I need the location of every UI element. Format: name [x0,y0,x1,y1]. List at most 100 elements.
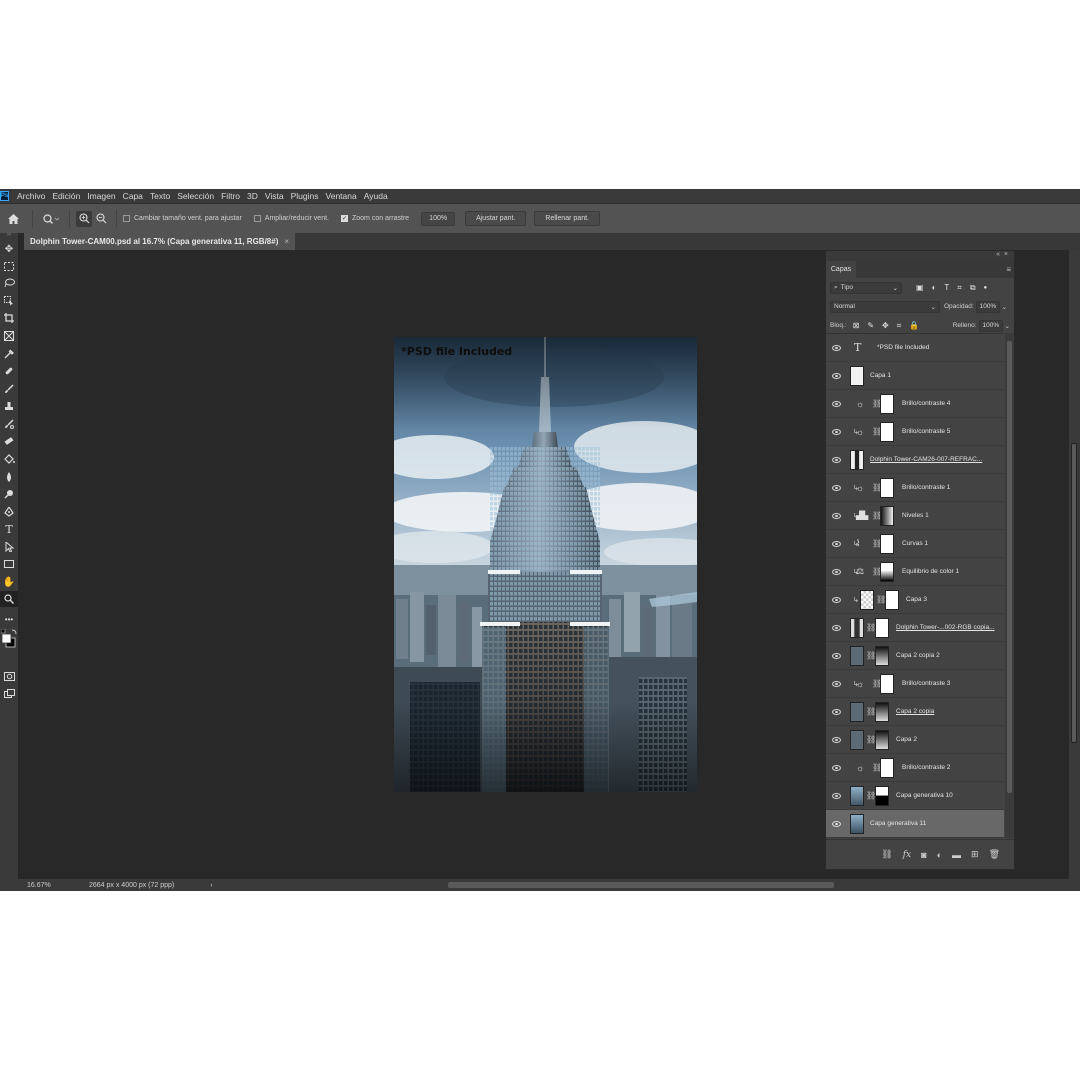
layer-thumbnail[interactable] [850,813,864,834]
collapse-panels-icon[interactable]: « × [826,251,1014,261]
type-filter-icon[interactable]: T [944,283,949,292]
layer-row[interactable]: ↳ ☼ ⛓ Brillo/contraste 3 [826,670,1004,698]
chevron-down-icon[interactable]: ⌄ [1005,322,1010,330]
layer-row[interactable]: ↳ ⚖ ⛓ Equilibrio de color 1 [826,558,1004,586]
layer-row[interactable]: Capa generativa 11 [826,810,1004,838]
visibility-eye-icon[interactable] [832,428,841,435]
layer-thumbnail[interactable] [860,589,874,610]
layer-row[interactable]: Dolphin Tower-CAM26-007-REFRAC... [826,446,1004,474]
checkbox-box[interactable] [253,215,261,222]
layer-mask-thumbnail[interactable] [880,505,894,526]
resize-windows-checkbox[interactable]: Cambiar tamaño vent. para ajustar [123,215,242,222]
visibility-eye-icon[interactable] [832,820,841,827]
adjustment-layer-icon[interactable]: ◐ [937,850,942,860]
layer-row[interactable]: ⛓ Capa generativa 10 [826,782,1004,810]
layer-mask-thumbnail[interactable] [880,421,894,442]
hand-tool-icon[interactable]: ✋ [0,574,18,590]
visibility-eye-icon[interactable] [832,540,841,547]
eyedropper-tool-icon[interactable] [0,346,18,362]
visibility-eye-icon[interactable] [832,568,841,575]
menu-selecci-n[interactable]: Selección [177,191,214,201]
visibility-eye-icon[interactable] [832,680,841,687]
layer-row[interactable]: ☼ ⛓ Brillo/contraste 4 [826,390,1004,418]
fill-field[interactable]: 100% [978,319,1003,332]
zoom-percent-field[interactable]: 100% [421,211,456,226]
layer-row[interactable]: ↳ ☼ ⛓ Brillo/contraste 5 [826,418,1004,446]
object-selection-tool-icon[interactable] [0,293,18,309]
checkbox-box[interactable] [123,215,130,222]
lock-position-icon[interactable]: ✥ [882,321,889,330]
layer-thumbnail[interactable] [850,729,864,750]
zoom-tool-preset-icon[interactable] [39,213,63,224]
layer-mask-thumbnail[interactable] [875,617,889,638]
type-tool-icon[interactable]: T [0,521,18,537]
zoom-all-windows-checkbox[interactable]: Ampliar/reducir vent. [253,215,329,222]
lock-pixels-icon[interactable]: ✎ [867,321,874,330]
layer-row[interactable]: ↳ ▟▙ ⛓ Niveles 1 [826,502,1004,530]
history-brush-tool-icon[interactable] [0,416,18,432]
menu-imagen[interactable]: Imagen [87,191,115,201]
zoom-in-icon[interactable] [76,210,92,227]
rectangle-tool-icon[interactable] [0,556,18,572]
layer-mask-thumbnail[interactable] [875,701,889,722]
menu-ventana[interactable]: Ventana [326,191,357,201]
layer-thumbnail[interactable] [850,617,864,638]
panel-menu-icon[interactable]: ≡ [1006,265,1011,274]
pixel-filter-icon[interactable]: ▣ [916,283,924,292]
frame-tool-icon[interactable] [0,328,18,344]
delete-layer-icon[interactable]: 🗑 [989,849,1000,860]
layers-scrollbar[interactable] [1005,333,1014,838]
layer-row[interactable]: ⛓ Capa 2 [826,726,1004,754]
visibility-eye-icon[interactable] [832,596,841,603]
layer-style-icon[interactable]: fx [903,850,911,860]
status-menu-arrow-icon[interactable]: › [210,882,212,889]
paint-bucket-tool-icon[interactable] [0,451,18,467]
zoom-level[interactable]: 16.67% [27,882,57,889]
layer-mask-thumbnail[interactable] [880,393,894,414]
menu-capa[interactable]: Capa [123,191,143,201]
link-layers-icon[interactable]: ⛓ [881,849,892,860]
lasso-tool-icon[interactable] [0,275,18,291]
new-layer-icon[interactable]: ⊞ [971,849,979,860]
brush-tool-icon[interactable] [0,381,18,397]
layer-mask-thumbnail[interactable] [880,561,894,582]
visibility-eye-icon[interactable] [832,372,841,379]
blur-tool-icon[interactable] [0,469,18,485]
visibility-eye-icon[interactable] [832,652,841,659]
new-group-icon[interactable]: ▬ [952,850,961,860]
lock-all-icon[interactable]: 🔒 [909,321,919,330]
layer-mask-thumbnail[interactable] [880,533,894,554]
layer-row[interactable]: ↳ ⌇ ⛓ Curvas 1 [826,530,1004,558]
layer-thumbnail[interactable] [850,701,864,722]
close-tab-icon[interactable]: × [284,237,289,246]
fit-screen-button[interactable]: Ajustar pant. [465,211,527,226]
add-mask-icon[interactable]: ◙ [921,850,926,860]
checkbox-checked[interactable]: ✓ [340,215,348,222]
layer-row[interactable]: ☼ ⛓ Brillo/contraste 2 [826,754,1004,782]
menu-plugins[interactable]: Plugins [291,191,319,201]
pen-tool-icon[interactable] [0,504,18,520]
layer-mask-thumbnail[interactable] [885,589,899,610]
layer-row[interactable]: Capa 1 [826,362,1004,390]
layer-row[interactable]: T *PSD file Included [826,334,1004,362]
visibility-eye-icon[interactable] [832,400,841,407]
layer-mask-thumbnail[interactable] [875,729,889,750]
move-tool-icon[interactable]: ✥ [0,241,18,257]
visibility-eye-icon[interactable] [832,456,841,463]
canvas-vertical-scrollbar[interactable] [1069,250,1080,879]
layer-thumbnail[interactable] [850,365,864,386]
visibility-eye-icon[interactable] [832,764,841,771]
lock-transparency-icon[interactable]: ⊠ [853,321,860,330]
document-canvas[interactable]: *PSD file Included [394,337,697,792]
visibility-eye-icon[interactable] [832,736,841,743]
shape-filter-icon[interactable]: ⌗ [957,283,962,293]
layers-tab[interactable]: Capas [826,261,856,278]
layer-mask-thumbnail[interactable] [880,757,894,778]
canvas-horizontal-scrollbar[interactable] [448,882,834,888]
opacity-field[interactable]: 100% [975,300,1000,313]
scrubby-zoom-checkbox[interactable]: ✓ Zoom con arrastre [340,215,409,222]
menu-archivo[interactable]: Archivo [17,191,45,201]
layer-thumbnail[interactable] [850,449,864,470]
layer-mask-thumbnail[interactable] [875,645,889,666]
fill-screen-button[interactable]: Rellenar pant. [534,211,600,226]
